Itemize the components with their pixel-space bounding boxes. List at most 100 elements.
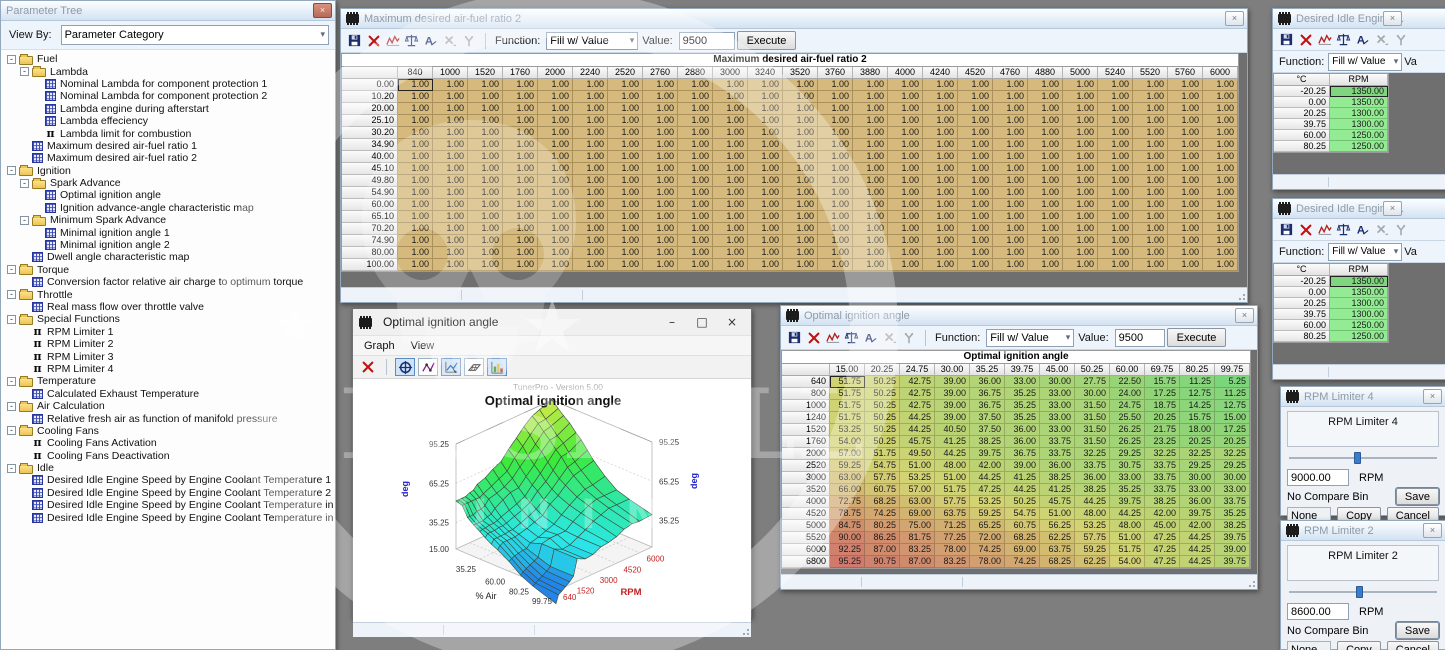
afr-cell[interactable]: 1.00: [1203, 91, 1238, 103]
afr-cell[interactable]: 1.00: [958, 91, 993, 103]
afr-cell[interactable]: 1.00: [1133, 163, 1168, 175]
column-header[interactable]: 840: [398, 67, 433, 79]
ignition-cell[interactable]: 50.25: [865, 436, 900, 448]
afr-cell[interactable]: 1.00: [923, 115, 958, 127]
chart-select-icon[interactable]: [441, 358, 461, 376]
ignition-cell[interactable]: 63.75: [1040, 544, 1075, 556]
afr-cell[interactable]: 1.00: [748, 187, 783, 199]
afr-cell[interactable]: 1.00: [573, 91, 608, 103]
ignition-cell[interactable]: 40.50: [935, 424, 970, 436]
afr-cell[interactable]: 1.00: [643, 199, 678, 211]
afr-cell[interactable]: 1.00: [923, 259, 958, 271]
ignition-cell[interactable]: 33.75: [1145, 472, 1180, 484]
ignition-cell[interactable]: 87.00: [865, 544, 900, 556]
afr-cell[interactable]: 1.00: [503, 103, 538, 115]
afr-cell[interactable]: 1.00: [503, 79, 538, 91]
ignition-cell[interactable]: 5.25: [1215, 376, 1250, 388]
ignition-cell[interactable]: 48.00: [1110, 520, 1145, 532]
afr-cell[interactable]: 1.00: [853, 199, 888, 211]
afr-cell[interactable]: 1.00: [713, 259, 748, 271]
rpm-value-input[interactable]: [1287, 469, 1349, 486]
discard-icon[interactable]: [364, 31, 383, 50]
tree-item[interactable]: Desired Idle Engine Speed by Engine Cool…: [5, 511, 335, 523]
afr-cell[interactable]: 1.00: [958, 235, 993, 247]
expander-icon[interactable]: -: [7, 265, 16, 274]
afr-cell[interactable]: 1.00: [993, 103, 1028, 115]
ignition-cell[interactable]: 25.50: [1110, 412, 1145, 424]
afr-cell[interactable]: 1.00: [923, 151, 958, 163]
row-header[interactable]: 25.10: [342, 115, 398, 127]
afr-cell[interactable]: 1.00: [468, 127, 503, 139]
ignition-cell[interactable]: 36.00: [1180, 496, 1215, 508]
row-header[interactable]: 100.00: [342, 259, 398, 271]
afr-cell[interactable]: 1.00: [1098, 139, 1133, 151]
afr-cell[interactable]: 1.00: [678, 259, 713, 271]
afr-cell[interactable]: 1.00: [503, 187, 538, 199]
afr-cell[interactable]: 1.00: [468, 199, 503, 211]
ignition-cell[interactable]: 17.25: [1215, 424, 1250, 436]
afr-cell[interactable]: 1.00: [468, 235, 503, 247]
ignition-cell[interactable]: 37.50: [970, 424, 1005, 436]
afr-cell[interactable]: 1.00: [643, 139, 678, 151]
ignition-cell[interactable]: 30.75: [1110, 460, 1145, 472]
afr-cell[interactable]: 1.00: [783, 139, 818, 151]
afr-cell[interactable]: 1.00: [1203, 127, 1238, 139]
afr-cell[interactable]: 1.00: [1203, 247, 1238, 259]
ignition-cell[interactable]: 39.75: [1215, 556, 1250, 568]
afr-cell[interactable]: 1.00: [1098, 115, 1133, 127]
afr-cell[interactable]: 1.00: [538, 187, 573, 199]
afr-cell[interactable]: 1.00: [608, 163, 643, 175]
afr-cell[interactable]: 1.00: [888, 103, 923, 115]
afr-cell[interactable]: 1.00: [888, 139, 923, 151]
ignition-cell[interactable]: 31.50: [1075, 400, 1110, 412]
ignition-cell[interactable]: 30.00: [1075, 388, 1110, 400]
graph-view-icon[interactable]: [383, 31, 402, 50]
compare-icon[interactable]: [842, 328, 861, 347]
ignition-cell[interactable]: 72.75: [830, 496, 865, 508]
ignition-cell[interactable]: 35.25: [1005, 412, 1040, 424]
menu-graph[interactable]: Graph: [357, 338, 402, 354]
afr-cell[interactable]: 1.00: [1063, 187, 1098, 199]
afr-cell[interactable]: 1.00: [888, 259, 923, 271]
ignition-cell[interactable]: 77.25: [935, 532, 970, 544]
ignition-cell[interactable]: 74.25: [865, 508, 900, 520]
afr-cell[interactable]: 1.00: [1028, 91, 1063, 103]
ignition-cell[interactable]: 80.25: [865, 520, 900, 532]
afr-cell[interactable]: 1.00: [1168, 103, 1203, 115]
ignition-cell[interactable]: 33.00: [1110, 472, 1145, 484]
ignition-cell[interactable]: 74.25: [970, 544, 1005, 556]
afr-cell[interactable]: 1.00: [433, 247, 468, 259]
idle-titlebar[interactable]: Desired Idle Engine ... ×: [1273, 9, 1445, 29]
ignition-cell[interactable]: 51.75: [1110, 544, 1145, 556]
ignition-cell[interactable]: 39.00: [935, 376, 970, 388]
ignition-cell[interactable]: 63.75: [935, 508, 970, 520]
temp-cell[interactable]: 80.25: [1274, 331, 1330, 342]
ignition-cell[interactable]: 44.25: [1180, 556, 1215, 568]
afr-cell[interactable]: 1.00: [608, 211, 643, 223]
save-icon[interactable]: [785, 328, 804, 347]
afr-cell[interactable]: 1.00: [1028, 139, 1063, 151]
afr-cell[interactable]: 1.00: [678, 175, 713, 187]
afr-cell[interactable]: 1.00: [888, 151, 923, 163]
afr-cell[interactable]: 1.00: [853, 187, 888, 199]
afr-cell[interactable]: 1.00: [1063, 151, 1098, 163]
afr-cell[interactable]: 1.00: [608, 79, 643, 91]
ignition-cell[interactable]: 36.75: [970, 388, 1005, 400]
ignition-cell[interactable]: 44.25: [1110, 508, 1145, 520]
afr-cell[interactable]: 1.00: [923, 211, 958, 223]
ignition-cell[interactable]: 54.75: [865, 460, 900, 472]
temp-cell[interactable]: -20.25: [1274, 86, 1330, 97]
expander-icon[interactable]: -: [7, 426, 16, 435]
afr-cell[interactable]: 1.00: [538, 79, 573, 91]
afr-cell[interactable]: 1.00: [993, 139, 1028, 151]
afr-cell[interactable]: 1.00: [748, 235, 783, 247]
afr-cell[interactable]: 1.00: [853, 235, 888, 247]
afr-cell[interactable]: 1.00: [713, 103, 748, 115]
temp-cell[interactable]: 60.00: [1274, 130, 1330, 141]
afr-cell[interactable]: 1.00: [398, 175, 433, 187]
afr-cell[interactable]: 1.00: [818, 127, 853, 139]
afr-cell[interactable]: 1.00: [608, 259, 643, 271]
afr-cell[interactable]: 1.00: [398, 235, 433, 247]
rpm-cell[interactable]: 1350.00: [1330, 86, 1388, 97]
ignition-cell[interactable]: 60.75: [1005, 520, 1040, 532]
